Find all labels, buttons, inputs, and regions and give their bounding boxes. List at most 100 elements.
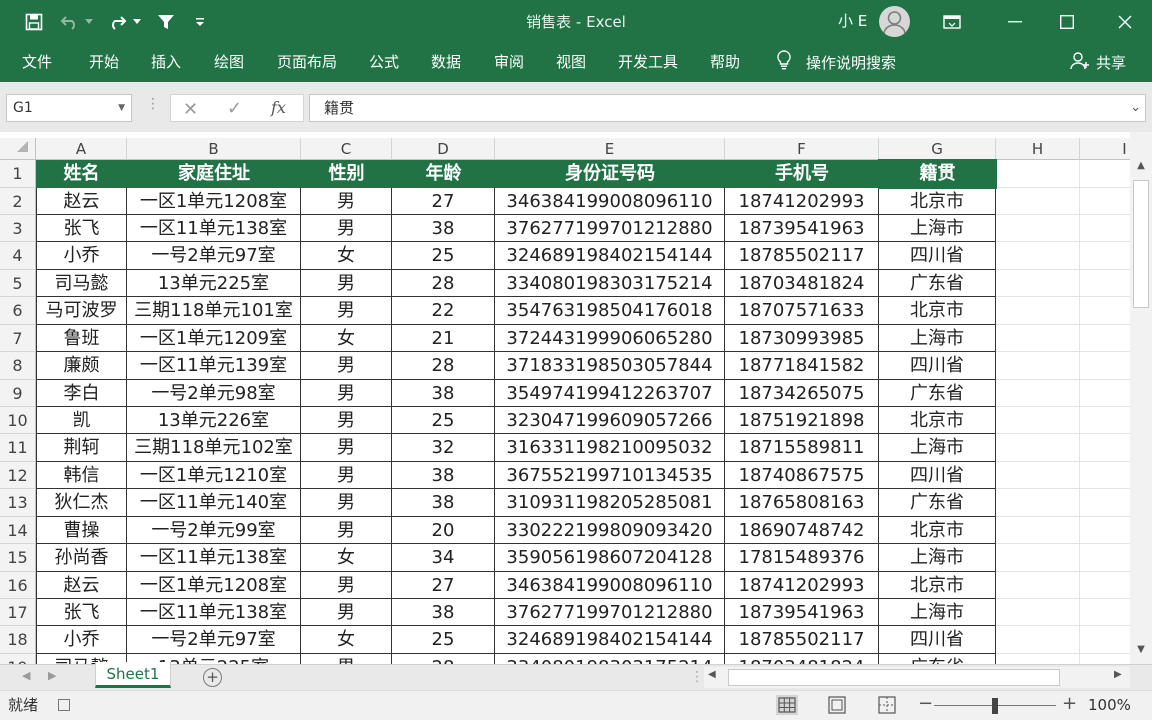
column-header-d[interactable]: D [392, 138, 495, 160]
tab-data[interactable]: 数据 [431, 44, 461, 80]
avatar[interactable] [879, 6, 910, 37]
table-cell[interactable]: 女 [301, 626, 392, 654]
undo-icon[interactable] [58, 0, 82, 44]
table-cell[interactable]: 张飞 [36, 599, 127, 626]
table-cell[interactable]: 18785502117 [725, 626, 879, 654]
page-break-preview-icon[interactable] [876, 695, 898, 715]
row-header[interactable]: 3 [0, 215, 36, 242]
table-cell[interactable]: 上海市 [879, 599, 996, 626]
table-cell[interactable]: 一区1单元1209室 [127, 325, 301, 352]
row-header[interactable]: 16 [0, 572, 36, 599]
column-header-g[interactable]: G [879, 138, 996, 160]
table-cell[interactable]: 男 [301, 188, 392, 215]
vertical-scrollbar[interactable]: ▲ ▼ [1130, 132, 1152, 664]
header-cell[interactable]: 年龄 [392, 160, 495, 188]
table-cell[interactable]: 一区11单元138室 [127, 544, 301, 572]
normal-view-icon[interactable] [776, 695, 798, 715]
tab-developer[interactable]: 开发工具 [618, 44, 678, 80]
table-cell[interactable]: 三期118单元101室 [127, 297, 301, 325]
row-header[interactable]: 14 [0, 517, 36, 544]
tab-help[interactable]: 帮助 [710, 44, 740, 80]
table-cell[interactable]: 371833198503057844 [495, 352, 725, 380]
table-cell[interactable]: 上海市 [879, 325, 996, 352]
row-header[interactable]: 1 [0, 160, 36, 188]
table-cell[interactable]: 324689198402154144 [495, 242, 725, 270]
table-cell[interactable]: 女 [301, 242, 392, 270]
table-cell[interactable]: 北京市 [879, 572, 996, 599]
table-cell[interactable]: 310931198205285081 [495, 489, 725, 517]
tab-formulas[interactable]: 公式 [369, 44, 399, 80]
table-cell[interactable]: 赵云 [36, 188, 127, 215]
table-cell[interactable]: 372443199906065280 [495, 325, 725, 352]
table-cell[interactable]: 小乔 [36, 242, 127, 270]
enter-entry-icon[interactable]: ✓ [227, 98, 242, 119]
table-cell[interactable]: 334080198303175214 [495, 654, 725, 664]
horizontal-scroll-thumb[interactable] [728, 669, 1060, 686]
formula-input[interactable]: 籍贯 ⌄ [309, 94, 1146, 122]
table-cell[interactable]: 一区1单元1208室 [127, 188, 301, 215]
table-cell[interactable]: 上海市 [879, 544, 996, 572]
table-cell[interactable]: 34 [392, 544, 495, 572]
table-cell[interactable]: 小乔 [36, 626, 127, 654]
table-cell[interactable]: 男 [301, 352, 392, 380]
table-cell[interactable]: 鲁班 [36, 325, 127, 352]
scroll-right-icon[interactable]: ▶ [1114, 669, 1122, 680]
close-icon[interactable] [1110, 0, 1140, 44]
table-cell[interactable]: 38 [392, 215, 495, 242]
row-header[interactable]: 12 [0, 462, 36, 489]
table-cell[interactable]: 男 [301, 434, 392, 462]
zoom-out-icon[interactable]: − [918, 693, 933, 714]
table-cell[interactable]: 25 [392, 626, 495, 654]
table-cell[interactable]: 一区11单元138室 [127, 215, 301, 242]
column-header-a[interactable]: A [36, 138, 127, 160]
horizontal-scrollbar[interactable]: ◀ ▶ [704, 667, 1130, 688]
row-header[interactable]: 15 [0, 544, 36, 572]
row-header[interactable]: 10 [0, 407, 36, 434]
user-name[interactable]: 小 E [838, 0, 867, 44]
expand-formula-bar-icon[interactable]: ⌄ [1130, 95, 1141, 121]
scroll-down-icon[interactable]: ▼ [1130, 644, 1152, 662]
table-cell[interactable]: 376277199701212880 [495, 215, 725, 242]
table-cell[interactable]: 男 [301, 407, 392, 434]
table-cell[interactable]: 三期118单元102室 [127, 434, 301, 462]
table-cell[interactable]: 男 [301, 462, 392, 489]
table-cell[interactable]: 一区11单元140室 [127, 489, 301, 517]
insert-function-button[interactable]: fx [271, 98, 286, 117]
table-cell[interactable]: 一号2单元98室 [127, 380, 301, 407]
table-cell[interactable]: 18771841582 [725, 352, 879, 380]
next-sheet-icon[interactable]: ▶ [48, 669, 56, 682]
table-cell[interactable]: 上海市 [879, 215, 996, 242]
table-cell[interactable]: 男 [301, 297, 392, 325]
zoom-in-icon[interactable]: + [1062, 693, 1077, 714]
row-header[interactable]: 7 [0, 325, 36, 352]
column-header-c[interactable]: C [301, 138, 392, 160]
table-cell[interactable]: 北京市 [879, 517, 996, 544]
table-cell[interactable]: 女 [301, 325, 392, 352]
table-cell[interactable]: 22 [392, 297, 495, 325]
table-cell[interactable]: 334080198303175214 [495, 270, 725, 297]
row-header[interactable]: 6 [0, 297, 36, 325]
table-cell[interactable]: 18739541963 [725, 215, 879, 242]
table-cell[interactable]: 25 [392, 407, 495, 434]
formula-bar-grip-icon[interactable]: ⋮ [146, 96, 160, 112]
save-icon[interactable] [22, 0, 46, 44]
table-cell[interactable]: 32 [392, 434, 495, 462]
maximize-icon[interactable] [1052, 0, 1082, 44]
header-cell[interactable]: 姓名 [36, 160, 127, 188]
table-cell[interactable]: 359056198607204128 [495, 544, 725, 572]
previous-sheet-icon[interactable]: ◀ [22, 669, 30, 682]
table-cell[interactable]: 一号2单元97室 [127, 242, 301, 270]
table-cell[interactable]: 38 [392, 599, 495, 626]
table-cell[interactable]: 346384199008096110 [495, 572, 725, 599]
table-cell[interactable]: 男 [301, 654, 392, 664]
table-cell[interactable]: 18707571633 [725, 297, 879, 325]
table-cell[interactable]: 17815489376 [725, 544, 879, 572]
zoom-level[interactable]: 100% [1088, 691, 1131, 719]
column-header-b[interactable]: B [127, 138, 301, 160]
row-header[interactable]: 13 [0, 489, 36, 517]
row-header[interactable]: 11 [0, 434, 36, 462]
table-cell[interactable]: 28 [392, 352, 495, 380]
scroll-up-icon[interactable]: ▲ [1130, 160, 1152, 178]
table-cell[interactable]: 20 [392, 517, 495, 544]
table-cell[interactable]: 北京市 [879, 297, 996, 325]
